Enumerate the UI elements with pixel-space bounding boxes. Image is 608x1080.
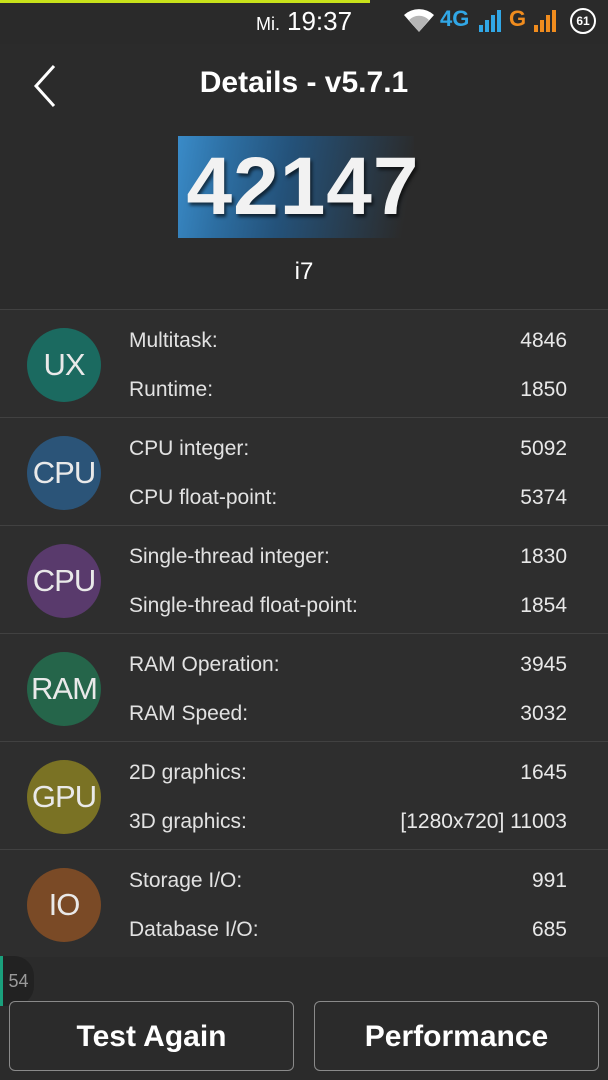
ram-badge: RAM [27, 652, 101, 726]
wifi-icon [402, 6, 436, 39]
item-value: 5092 [520, 437, 567, 460]
item-label: RAM Speed: [129, 702, 249, 725]
item-value: 3945 [520, 653, 567, 676]
score-details-list: UX Multitask: 4846 Runtime: 1850 CPU CPU… [0, 309, 608, 957]
item-value: 1850 [520, 378, 567, 401]
page-title: Details - v5.7.1 [199, 66, 409, 99]
test-again-button[interactable]: Test Again [9, 1001, 294, 1071]
item-label: RAM Operation: [129, 653, 280, 676]
device-name: i7 [294, 258, 314, 285]
item-label: Storage I/O: [129, 869, 243, 892]
performance-button[interactable]: Performance [314, 1001, 599, 1071]
item-label: Database I/O: [129, 918, 259, 941]
item-value: 3032 [520, 702, 567, 725]
item-value: 685 [531, 918, 567, 941]
item-value: 1854 [520, 594, 567, 617]
item-label: 2D graphics: [129, 761, 247, 784]
ux-badge: UX [27, 328, 101, 402]
category-row-io: IO Storage I/O: 991 Database I/O: 685 [0, 849, 608, 957]
item-label: 3D graphics: [129, 810, 247, 833]
item-value: 5374 [520, 486, 567, 509]
download-progress-line [0, 0, 370, 3]
category-row-cpu-single: CPU Single-thread integer: 1830 Single-t… [0, 525, 608, 633]
item-label: CPU integer: [129, 437, 250, 460]
header: Details - v5.7.1 [0, 44, 608, 124]
total-score: 42147 [186, 141, 420, 232]
io-badge: IO [27, 868, 101, 942]
category-row-ux: UX Multitask: 4846 Runtime: 1850 [0, 309, 608, 417]
cpu-badge: CPU [27, 436, 101, 510]
side-counter-tab[interactable]: 54 [0, 956, 34, 1006]
category-row-cpu: CPU CPU integer: 5092 CPU float-point: 5… [0, 417, 608, 525]
item-label: Single-thread integer: [129, 545, 330, 568]
signal-bars-icon [533, 8, 559, 37]
status-time: 19:37 [287, 6, 353, 36]
category-row-ram: RAM RAM Operation: 3945 RAM Speed: 3032 [0, 633, 608, 741]
item-value: [1280x720] 11003 [400, 810, 567, 833]
battery-icon: 61 [570, 8, 596, 34]
signal-bars-icon [478, 8, 504, 37]
status-bar: Mi. 19:37 4G G 61 [0, 0, 608, 44]
item-label: Multitask: [129, 329, 218, 352]
network-type-g: G [509, 6, 527, 31]
status-day: Mi. [256, 14, 280, 34]
item-label: Runtime: [129, 378, 214, 401]
item-value: 991 [531, 869, 567, 892]
category-row-gpu: GPU 2D graphics: 1645 3D graphics: [1280… [0, 741, 608, 849]
item-label: CPU float-point: [129, 486, 278, 509]
item-label: Single-thread float-point: [129, 594, 358, 617]
cpu-single-badge: CPU [27, 544, 101, 618]
item-value: 1830 [520, 545, 567, 568]
item-value: 1645 [520, 761, 567, 784]
item-value: 4846 [520, 329, 567, 352]
network-type-4g: 4G [440, 6, 470, 31]
gpu-badge: GPU [27, 760, 101, 834]
